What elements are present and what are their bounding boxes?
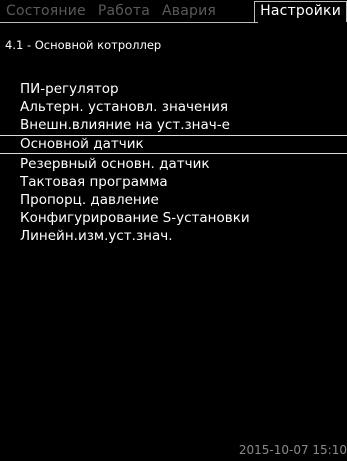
menu-item-primary-sensor[interactable]: Основной датчик [0, 135, 347, 154]
tab-alarm[interactable]: Авария [156, 2, 222, 22]
tab-settings[interactable]: Настройки [254, 1, 347, 22]
menu-item-alternative-setpoints[interactable]: Альтерн. установл. значения [0, 98, 347, 116]
tab-status[interactable]: Состояние [0, 2, 92, 22]
tab-bar: Состояние Работа Авария Настройки [0, 0, 347, 22]
status-datetime: 2015-10-07 15:10 [238, 443, 347, 457]
breadcrumb: 4.1 - Основной котроллер [5, 38, 162, 52]
menu-item-clock-program[interactable]: Тактовая программа [0, 173, 347, 191]
menu-item-setpoint-ramp[interactable]: Линейн.изм.уст.знач. [0, 227, 347, 245]
menu-item-external-setpoint-influence[interactable]: Внешн.влияние на уст.знач-е [0, 116, 347, 134]
menu-item-backup-primary-sensor[interactable]: Резервный основн. датчик [0, 155, 347, 173]
settings-menu: ПИ-регулятор Альтерн. установл. значения… [0, 80, 347, 245]
tab-operation[interactable]: Работа [92, 2, 156, 22]
menu-item-proportional-pressure[interactable]: Пропорц. давление [0, 191, 347, 209]
tab-divider [0, 22, 258, 23]
menu-item-s-system-configuration[interactable]: Конфигурирование S-установки [0, 209, 347, 227]
menu-item-pi-controller[interactable]: ПИ-регулятор [0, 80, 347, 98]
